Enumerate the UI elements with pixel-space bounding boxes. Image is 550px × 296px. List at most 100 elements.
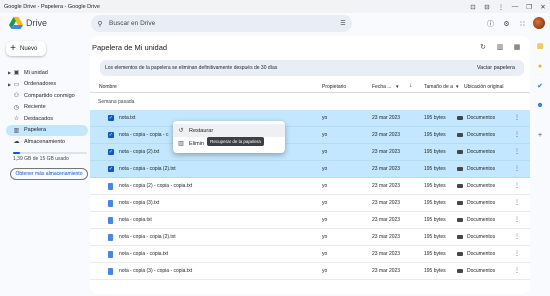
more-options-icon[interactable]: ⋮: [514, 182, 520, 189]
file-date: 23 mar 2023: [372, 234, 401, 240]
maximize-button[interactable]: ❐: [522, 0, 536, 13]
trash-icon: ▥: [13, 127, 20, 134]
sidebar-item-label: Mi unidad: [24, 69, 48, 76]
file-date: 23 mar 2023: [372, 183, 401, 189]
get-more-storage-button[interactable]: Obtener más almacenamiento: [10, 168, 88, 180]
file-name: nota.txt: [119, 115, 136, 121]
file-date: 23 mar 2023: [372, 115, 401, 121]
sort-arrow-icon[interactable]: ↓: [409, 83, 412, 89]
more-options-icon[interactable]: ⋮: [514, 165, 520, 172]
extensions-icon[interactable]: ⊡: [466, 0, 480, 13]
table-row[interactable]: nota - copia (3) - copia - copia.txt yo …: [90, 263, 530, 280]
table-row[interactable]: ✓ nota - copia - copia - c yo 23 mar 202…: [90, 127, 530, 144]
file-size: 195 bytes: [424, 183, 446, 189]
contacts-icon[interactable]: ☻: [536, 101, 544, 109]
banner-text: Los elementos de la papelera se eliminan…: [105, 65, 278, 71]
file-location: Documentos: [467, 200, 496, 206]
minimize-button[interactable]: —: [508, 0, 522, 13]
folder-icon: [457, 116, 463, 120]
menu-item-restore[interactable]: ↺ Restaurar: [173, 124, 285, 137]
dropdown-icon[interactable]: ▾: [456, 84, 459, 90]
table-row[interactable]: nota - copia - copia (2).txt yo 23 mar 2…: [90, 229, 530, 246]
more-options-icon[interactable]: ⋮: [514, 267, 520, 274]
column-size[interactable]: Tamaño de a: [424, 84, 453, 90]
trash-icon[interactable]: ▥: [495, 42, 505, 52]
file-date: 23 mar 2023: [372, 217, 401, 223]
table-row[interactable]: nota - copia.txt yo 23 mar 2023 195 byte…: [90, 212, 530, 229]
file-location: Documentos: [467, 251, 496, 257]
more-options-icon[interactable]: ⋮: [514, 114, 520, 121]
tasks-icon[interactable]: ✔: [536, 82, 544, 90]
table-row[interactable]: nota - copia (2) - copia - copia.txt yo …: [90, 178, 530, 195]
section-label: Semana pasada: [98, 99, 135, 105]
sidebar-item-reciente[interactable]: ◷ Reciente: [6, 102, 88, 114]
table-row[interactable]: ✓ nota.txt yo 23 mar 2023 195 bytes Docu…: [90, 110, 530, 127]
sidebar-item-compartido[interactable]: ⚇ Compartido conmigo: [6, 90, 88, 102]
settings-icon[interactable]: ⚙: [501, 18, 512, 29]
checkbox-checked-icon[interactable]: ✓: [108, 149, 114, 155]
computer-icon: ▭: [13, 81, 20, 88]
search-input[interactable]: Buscar en Drive: [109, 20, 334, 27]
table-row[interactable]: ✓ nota - copia (2).txt yo 23 mar 2023 19…: [90, 144, 530, 161]
column-owner[interactable]: Propietario: [322, 84, 346, 90]
grid-view-icon[interactable]: ▦: [512, 42, 522, 52]
sidebar-item-almacenamiento[interactable]: ☁ Almacenamiento: [6, 136, 88, 148]
sidebar-item-label: Almacenamiento: [24, 138, 65, 145]
search-bar[interactable]: ⚲ Buscar en Drive ☰: [91, 15, 352, 32]
file-name: nota - copia - copia.txt: [119, 251, 169, 257]
dropdown-icon[interactable]: ▾: [396, 84, 399, 90]
search-options-icon[interactable]: ☰: [334, 20, 352, 27]
sidebar-item-ordenadores[interactable]: ▶ ▭ Ordenadores: [6, 79, 88, 91]
trash-icon: ▥: [178, 141, 184, 147]
file-size: 195 bytes: [424, 115, 446, 121]
sidebar-item-papelera[interactable]: ▥ Papelera: [6, 124, 88, 136]
checkbox-checked-icon[interactable]: ✓: [108, 115, 114, 121]
more-options-icon[interactable]: ⋮: [514, 250, 520, 257]
activity-icon[interactable]: ↻: [478, 42, 488, 52]
text-file-icon: [108, 200, 113, 207]
browser-menu-icon[interactable]: ⋮: [494, 0, 508, 13]
file-owner: yo: [322, 234, 328, 240]
window-title: Google Drive - Papelera - Google Drive: [4, 3, 100, 10]
calendar-icon[interactable]: ▩: [536, 42, 544, 50]
empty-trash-button[interactable]: Vaciar papelera: [477, 65, 524, 71]
more-options-icon[interactable]: ⋮: [514, 148, 520, 155]
close-window-button[interactable]: ✕: [536, 0, 550, 13]
window-titlebar: Google Drive - Papelera - Google Drive ⊡…: [0, 0, 550, 13]
search-icon[interactable]: ⚲: [91, 20, 109, 28]
keep-icon[interactable]: ●: [536, 62, 544, 70]
new-button[interactable]: + Nuevo: [6, 41, 46, 56]
column-location[interactable]: Ubicación original: [464, 84, 503, 90]
more-options-icon[interactable]: ⋮: [514, 131, 520, 138]
table-row[interactable]: nota - copia (3).txt yo 23 mar 2023 195 …: [90, 195, 530, 212]
file-owner: yo: [322, 200, 328, 206]
sidebar-item-mi-unidad[interactable]: ▶ ▣ Mi unidad: [6, 67, 88, 79]
table-row[interactable]: nota - copia - copia.txt yo 23 mar 2023 …: [90, 246, 530, 263]
sidebar-item-destacados[interactable]: ☆ Destacados: [6, 113, 88, 125]
file-location: Documentos: [467, 132, 496, 138]
column-date[interactable]: Fecha ...: [372, 84, 391, 90]
checkbox-checked-icon[interactable]: ✓: [108, 132, 114, 138]
folder-icon: [457, 133, 463, 137]
checkbox-checked-icon[interactable]: ✓: [108, 166, 114, 172]
trash-info-banner: Los elementos de la papelera se eliminan…: [100, 60, 524, 76]
table-row[interactable]: ✓ nota - copia - copia (2).txt yo 23 mar…: [90, 161, 530, 178]
file-owner: yo: [322, 149, 328, 155]
drive-logo-icon[interactable]: [9, 17, 23, 29]
install-app-icon[interactable]: ⊟: [480, 0, 494, 13]
drive-icon: ▣: [13, 70, 20, 77]
account-avatar[interactable]: [533, 17, 545, 29]
page-title[interactable]: Papelera de Mi unidad: [92, 43, 167, 52]
more-options-icon[interactable]: ⋮: [514, 233, 520, 240]
more-options-icon[interactable]: ⋮: [514, 199, 520, 206]
file-date: 23 mar 2023: [372, 200, 401, 206]
more-options-icon[interactable]: ⋮: [514, 216, 520, 223]
file-name: nota - copia (2) - copia - copia.txt: [119, 183, 193, 189]
apps-grid-icon[interactable]: ∷: [517, 18, 528, 29]
add-icon[interactable]: +: [536, 131, 544, 139]
brand-name[interactable]: Drive: [26, 18, 47, 28]
column-name[interactable]: Nombre: [99, 84, 117, 90]
file-size: 195 bytes: [424, 166, 446, 172]
file-owner: yo: [322, 217, 328, 223]
help-icon[interactable]: ⓘ: [485, 18, 496, 29]
